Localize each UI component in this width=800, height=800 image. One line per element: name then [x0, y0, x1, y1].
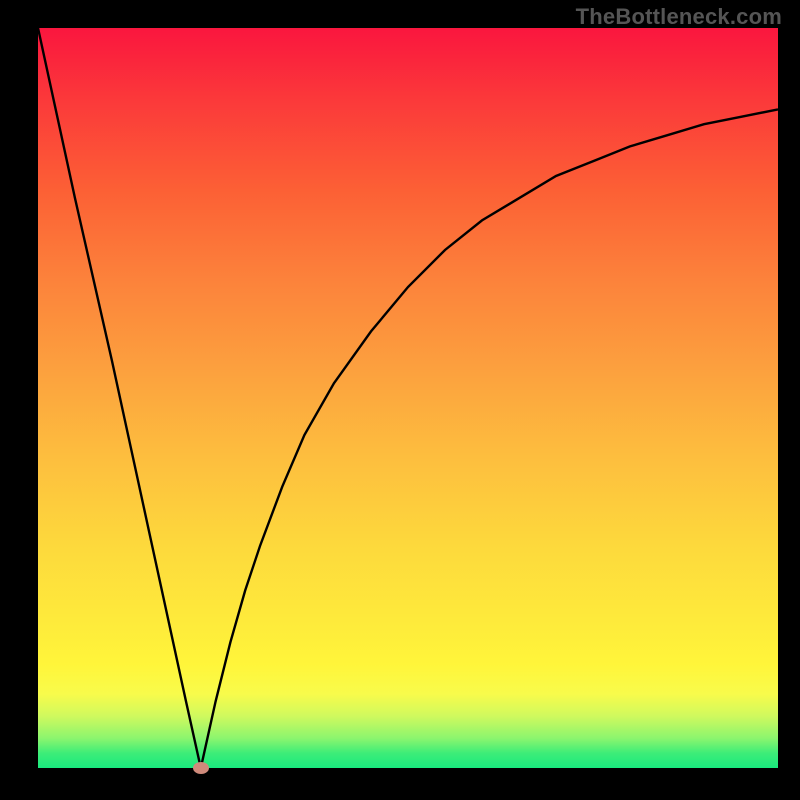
plot-area — [38, 28, 778, 768]
watermark-text: TheBottleneck.com — [576, 4, 782, 30]
bottleneck-curve-path — [38, 28, 778, 768]
min-point-marker — [193, 762, 209, 774]
chart-frame: TheBottleneck.com — [0, 0, 800, 800]
curve-svg — [38, 28, 778, 768]
